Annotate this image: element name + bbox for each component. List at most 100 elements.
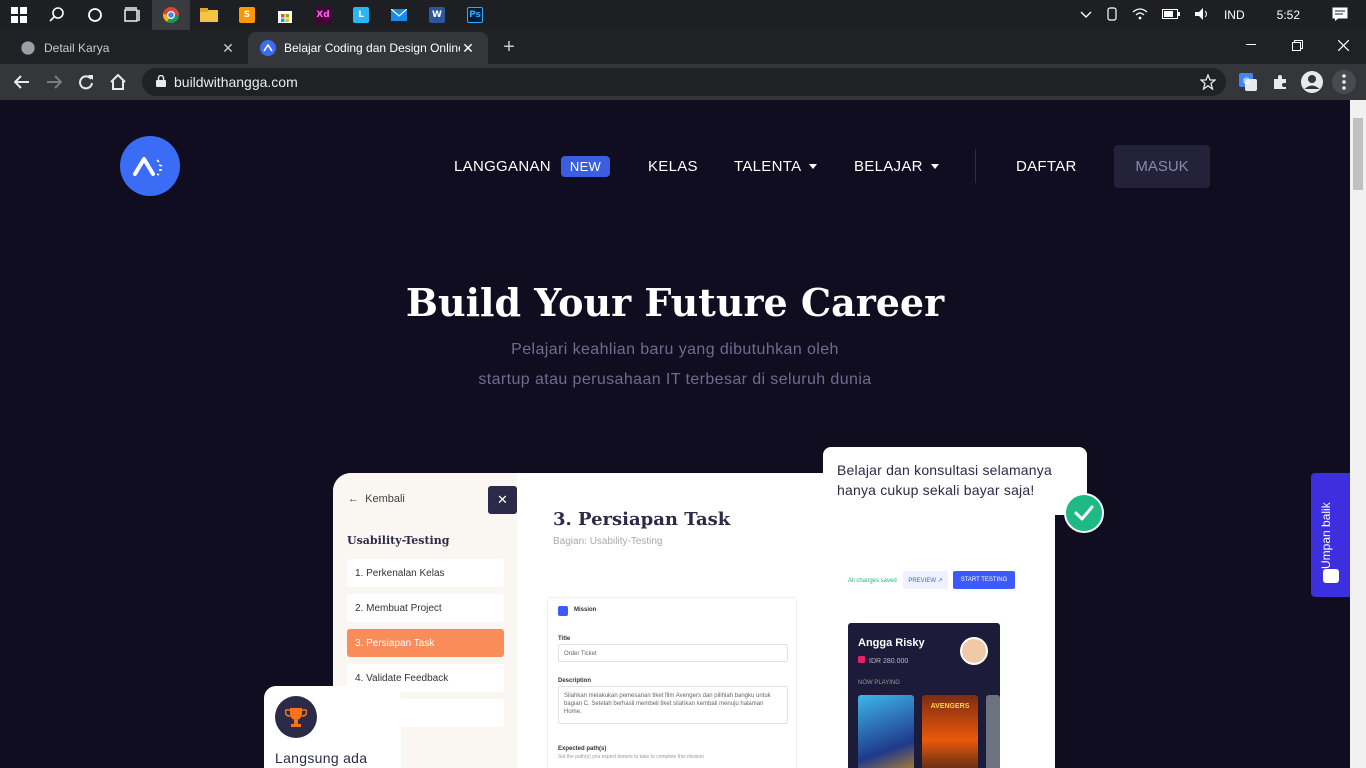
restore-button[interactable]	[1274, 30, 1320, 60]
word-icon[interactable]: W	[418, 0, 456, 30]
scrollbar-thumb[interactable]	[1353, 118, 1363, 190]
movie-poster: AVENGERS	[922, 695, 978, 768]
lock-icon[interactable]	[156, 74, 166, 90]
browser-tab-strip: Detail Karya ✕ Belajar Coding dan Design…	[0, 30, 1366, 64]
volume-icon[interactable]	[1194, 7, 1210, 24]
windows-taskbar: S Xd L W Ps IND 5:52	[0, 0, 1366, 30]
movie-balance: IDR 280.000	[858, 656, 908, 665]
chrome-taskbar-icon[interactable]	[152, 0, 190, 30]
store-icon[interactable]	[266, 0, 304, 30]
back-arrow-icon[interactable]	[6, 64, 38, 100]
sublime-text-icon[interactable]: S	[228, 0, 266, 30]
avatar	[960, 637, 988, 665]
profile-avatar-icon[interactable]	[1300, 70, 1324, 94]
tab-detail-karya[interactable]: Detail Karya ✕	[8, 32, 248, 64]
mail-icon[interactable]	[380, 0, 418, 30]
promo-tooltip: Belajar dan konsultasi selamanya hanya c…	[823, 447, 1087, 515]
movie-app-preview: Angga Risky IDR 280.000 NOW PLAYING AVEN…	[848, 623, 1000, 768]
trophy-icon	[275, 696, 317, 738]
browser-toolbar: buildwithangga.com G	[0, 64, 1366, 100]
product-preview-card: ← Kembali ✕ Usability-Testing 1. Perkena…	[333, 473, 1055, 768]
notification-icon[interactable]	[1332, 7, 1348, 24]
preview-button: PREVIEW ↗	[903, 571, 948, 589]
arrow-left-icon: ←	[348, 493, 359, 505]
hero-subtitle-line1: Pelajari keahlian baru yang dibutuhkan o…	[511, 341, 839, 358]
daftar-link[interactable]: DAFTAR	[1016, 145, 1077, 187]
reload-icon[interactable]	[70, 64, 102, 100]
task-view-icon[interactable]	[114, 0, 152, 30]
bwa-logo-icon	[260, 40, 276, 56]
search-icon[interactable]	[38, 0, 76, 30]
extensions-puzzle-icon[interactable]	[1268, 70, 1292, 94]
forward-arrow-icon[interactable]	[38, 64, 70, 100]
cortana-icon[interactable]	[76, 0, 114, 30]
close-icon: ✕	[488, 486, 517, 514]
photoshop-icon[interactable]: Ps	[456, 0, 494, 30]
feedback-button[interactable]: Umpan balik	[1311, 473, 1350, 597]
windows-start-icon[interactable]	[0, 0, 38, 30]
tab-belajar-coding[interactable]: Belajar Coding dan Design Online ✕	[248, 32, 488, 64]
nav-langganan-label[interactable]: LANGGANAN	[454, 158, 551, 175]
address-bar[interactable]: buildwithangga.com	[142, 68, 1226, 96]
nav-talenta-label[interactable]: TALENTA	[734, 158, 801, 175]
svg-text:G: G	[1243, 77, 1250, 87]
close-tab-icon[interactable]: ✕	[220, 40, 236, 57]
language-indicator[interactable]: IND	[1224, 8, 1245, 22]
nav-belajar-label[interactable]: BELAJAR	[854, 158, 923, 175]
globe-icon	[20, 40, 36, 56]
l-app-icon[interactable]: L	[342, 0, 380, 30]
masuk-button[interactable]: MASUK	[1114, 145, 1210, 188]
lesson-item: 1. Perkenalan Kelas	[347, 559, 504, 587]
chrome-menu-icon[interactable]	[1332, 70, 1356, 94]
preview-back-label: Kembali	[365, 493, 405, 505]
title-field: Order Ticket	[558, 644, 788, 662]
nav-kelas[interactable]: KELAS	[648, 145, 698, 187]
checkmark-icon	[1064, 493, 1104, 533]
file-explorer-icon[interactable]	[190, 0, 228, 30]
start-testing-button: START TESTING	[953, 571, 1015, 589]
page-scrollbar[interactable]	[1350, 100, 1366, 768]
bookmark-star-icon[interactable]	[1199, 73, 1217, 93]
minimize-button[interactable]	[1228, 30, 1274, 60]
caret-down-icon	[930, 163, 939, 169]
webpage: LANGGANAN NEW KELAS TALENTA BELAJAR DAFT…	[0, 100, 1350, 768]
chat-icon	[1323, 569, 1339, 583]
preview-task-subtitle: Bagian: Usability-Testing	[553, 536, 663, 547]
expected-path-hint: Set the path(s) you expect testers to ta…	[558, 754, 704, 760]
movie-user-name: Angga Risky	[858, 637, 925, 649]
hero-subtitle-line2: startup atau perusahaan IT terbesar di s…	[478, 371, 872, 388]
close-window-button[interactable]	[1320, 30, 1366, 60]
url-text[interactable]: buildwithangga.com	[174, 74, 298, 90]
home-icon[interactable]	[102, 64, 134, 100]
nav-belajar[interactable]: BELAJAR	[854, 145, 939, 187]
movie-poster	[986, 695, 1000, 768]
promo-line1: Belajar dan konsultasi selamanya	[837, 462, 1052, 478]
wifi-icon[interactable]	[1132, 7, 1148, 24]
adobe-xd-icon[interactable]: Xd	[304, 0, 342, 30]
description-field: Silahkan melakukan pemesanan tiket film …	[558, 686, 788, 724]
feedback-label[interactable]: Umpan balik	[1319, 489, 1333, 569]
device-icon[interactable]	[1106, 6, 1118, 24]
mission-label: Mission	[574, 607, 597, 613]
nav-langganan[interactable]: LANGGANAN NEW	[454, 145, 611, 187]
caret-down-icon	[809, 163, 818, 169]
battery-icon[interactable]	[1161, 8, 1180, 22]
mission-icon	[558, 606, 568, 616]
new-badge: NEW	[560, 155, 611, 177]
tab-title: Belajar Coding dan Design Online	[284, 41, 460, 55]
new-tab-button[interactable]: +	[498, 36, 520, 58]
nav-talenta[interactable]: TALENTA	[734, 145, 818, 187]
title-label: Title	[558, 636, 571, 642]
google-translate-icon[interactable]: G	[1236, 70, 1260, 94]
lesson-item-active: 3. Persiapan Task	[347, 629, 504, 657]
close-tab-icon[interactable]: ✕	[460, 40, 476, 57]
expected-path-label: Expected path(s)	[558, 746, 607, 752]
trophy-text: Langsung ada	[275, 750, 368, 766]
buildwithangga-logo[interactable]	[120, 136, 180, 196]
promo-line2: hanya cukup sekali bayar saja!	[837, 482, 1035, 498]
now-playing-label: NOW PLAYING	[858, 680, 900, 686]
preview-back-link: ← Kembali	[348, 493, 405, 505]
clock[interactable]: 5:52	[1277, 8, 1300, 22]
movie-balance-value: IDR 280.000	[869, 658, 909, 665]
chevron-up-icon[interactable]	[1080, 8, 1092, 22]
